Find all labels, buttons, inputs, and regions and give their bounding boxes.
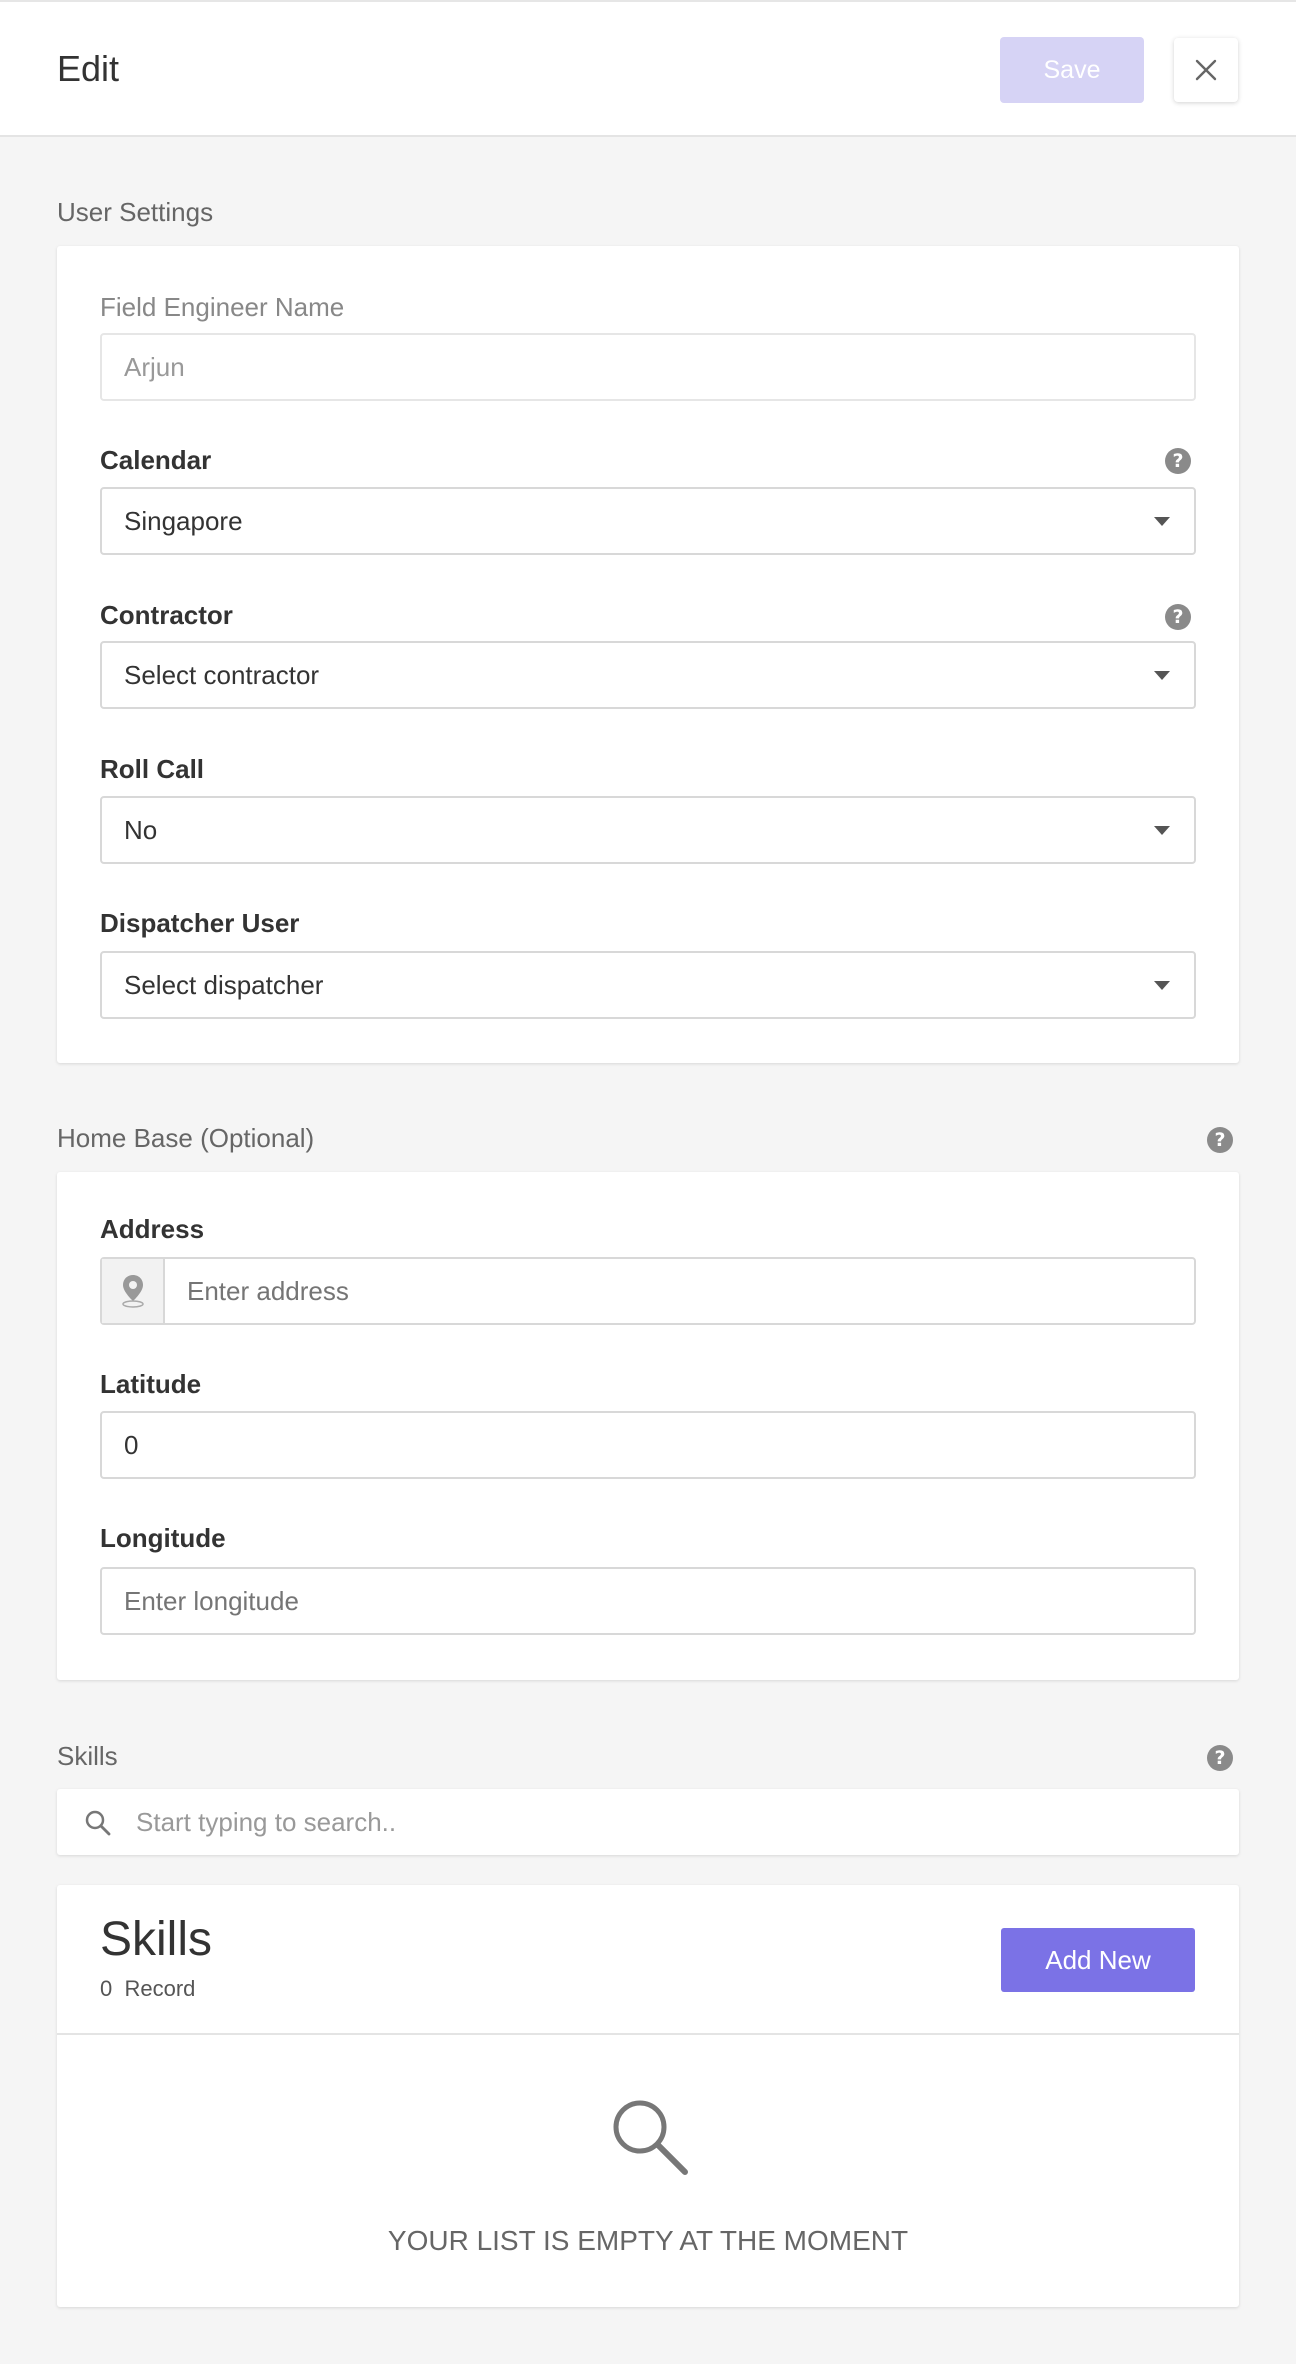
chevron-down-icon xyxy=(1154,671,1170,680)
chevron-down-icon xyxy=(1154,826,1170,835)
address-input[interactable] xyxy=(187,1275,1194,1307)
user-settings-title: User Settings xyxy=(57,197,214,227)
skills-list-card: Skills 0 Record Add New YOUR LIST IS EMP… xyxy=(57,1885,1239,2307)
calendar-label: Calendar xyxy=(100,445,212,475)
contractor-label: Contractor xyxy=(100,600,233,630)
chevron-down-icon xyxy=(1154,517,1170,526)
search-icon xyxy=(613,2100,688,2175)
header: Edit Save xyxy=(0,0,1296,137)
record-count-number: 0 xyxy=(100,1976,113,2001)
skills-help-icon[interactable]: ? xyxy=(1207,1745,1233,1771)
calendar-select[interactable]: Singapore xyxy=(100,487,1196,555)
home-base-card: Address Latitude 0 Longitude xyxy=(57,1172,1239,1680)
contractor-value: Select contractor xyxy=(124,659,320,690)
longitude-label: Longitude xyxy=(100,1523,226,1553)
latitude-field[interactable]: 0 xyxy=(100,1411,1196,1479)
engineer-name-value: Arjun xyxy=(124,351,185,382)
home-base-help-icon[interactable]: ? xyxy=(1207,1127,1233,1153)
skills-search-bar[interactable] xyxy=(57,1789,1239,1855)
record-count-label: Record xyxy=(124,1976,196,2001)
roll-call-value: No xyxy=(124,814,158,845)
contractor-select[interactable]: Select contractor xyxy=(100,641,1196,709)
longitude-field[interactable] xyxy=(100,1567,1196,1635)
close-icon xyxy=(1195,59,1217,81)
engineer-name-label: Field Engineer Name xyxy=(100,292,345,322)
address-field[interactable] xyxy=(100,1257,1196,1325)
engineer-name-field: Arjun xyxy=(100,333,1196,401)
dispatcher-select[interactable]: Select dispatcher xyxy=(100,951,1196,1019)
skills-search-input[interactable] xyxy=(136,1799,1216,1845)
dispatcher-label: Dispatcher User xyxy=(100,908,300,938)
dispatcher-value: Select dispatcher xyxy=(124,969,324,1000)
calendar-help-icon[interactable]: ? xyxy=(1165,448,1191,474)
search-icon xyxy=(85,1810,111,1836)
user-settings-card: Field Engineer Name Arjun Calendar ? Sin… xyxy=(57,246,1239,1063)
close-button[interactable] xyxy=(1174,38,1238,102)
record-count: 0 Record xyxy=(100,1976,195,2002)
skills-title: Skills xyxy=(57,1741,118,1771)
address-label: Address xyxy=(100,1214,205,1244)
latitude-value: 0 xyxy=(124,1429,139,1460)
latitude-label: Latitude xyxy=(100,1369,202,1399)
home-base-title: Home Base (Optional) xyxy=(57,1123,315,1153)
add-new-button[interactable]: Add New xyxy=(1001,1928,1195,1992)
divider xyxy=(57,2033,1239,2035)
contractor-help-icon[interactable]: ? xyxy=(1165,604,1191,630)
page-title: Edit xyxy=(57,48,120,89)
address-addon xyxy=(102,1259,165,1323)
calendar-value: Singapore xyxy=(124,505,243,536)
roll-call-select[interactable]: No xyxy=(100,796,1196,864)
roll-call-label: Roll Call xyxy=(100,754,205,784)
save-button[interactable]: Save xyxy=(1000,37,1144,103)
longitude-input[interactable] xyxy=(124,1585,1194,1617)
skills-list-title: Skills xyxy=(100,1913,213,1966)
chevron-down-icon xyxy=(1154,981,1170,990)
map-pin-icon xyxy=(121,1275,144,1308)
empty-list-message: YOUR LIST IS EMPTY AT THE MOMENT xyxy=(387,2225,909,2256)
